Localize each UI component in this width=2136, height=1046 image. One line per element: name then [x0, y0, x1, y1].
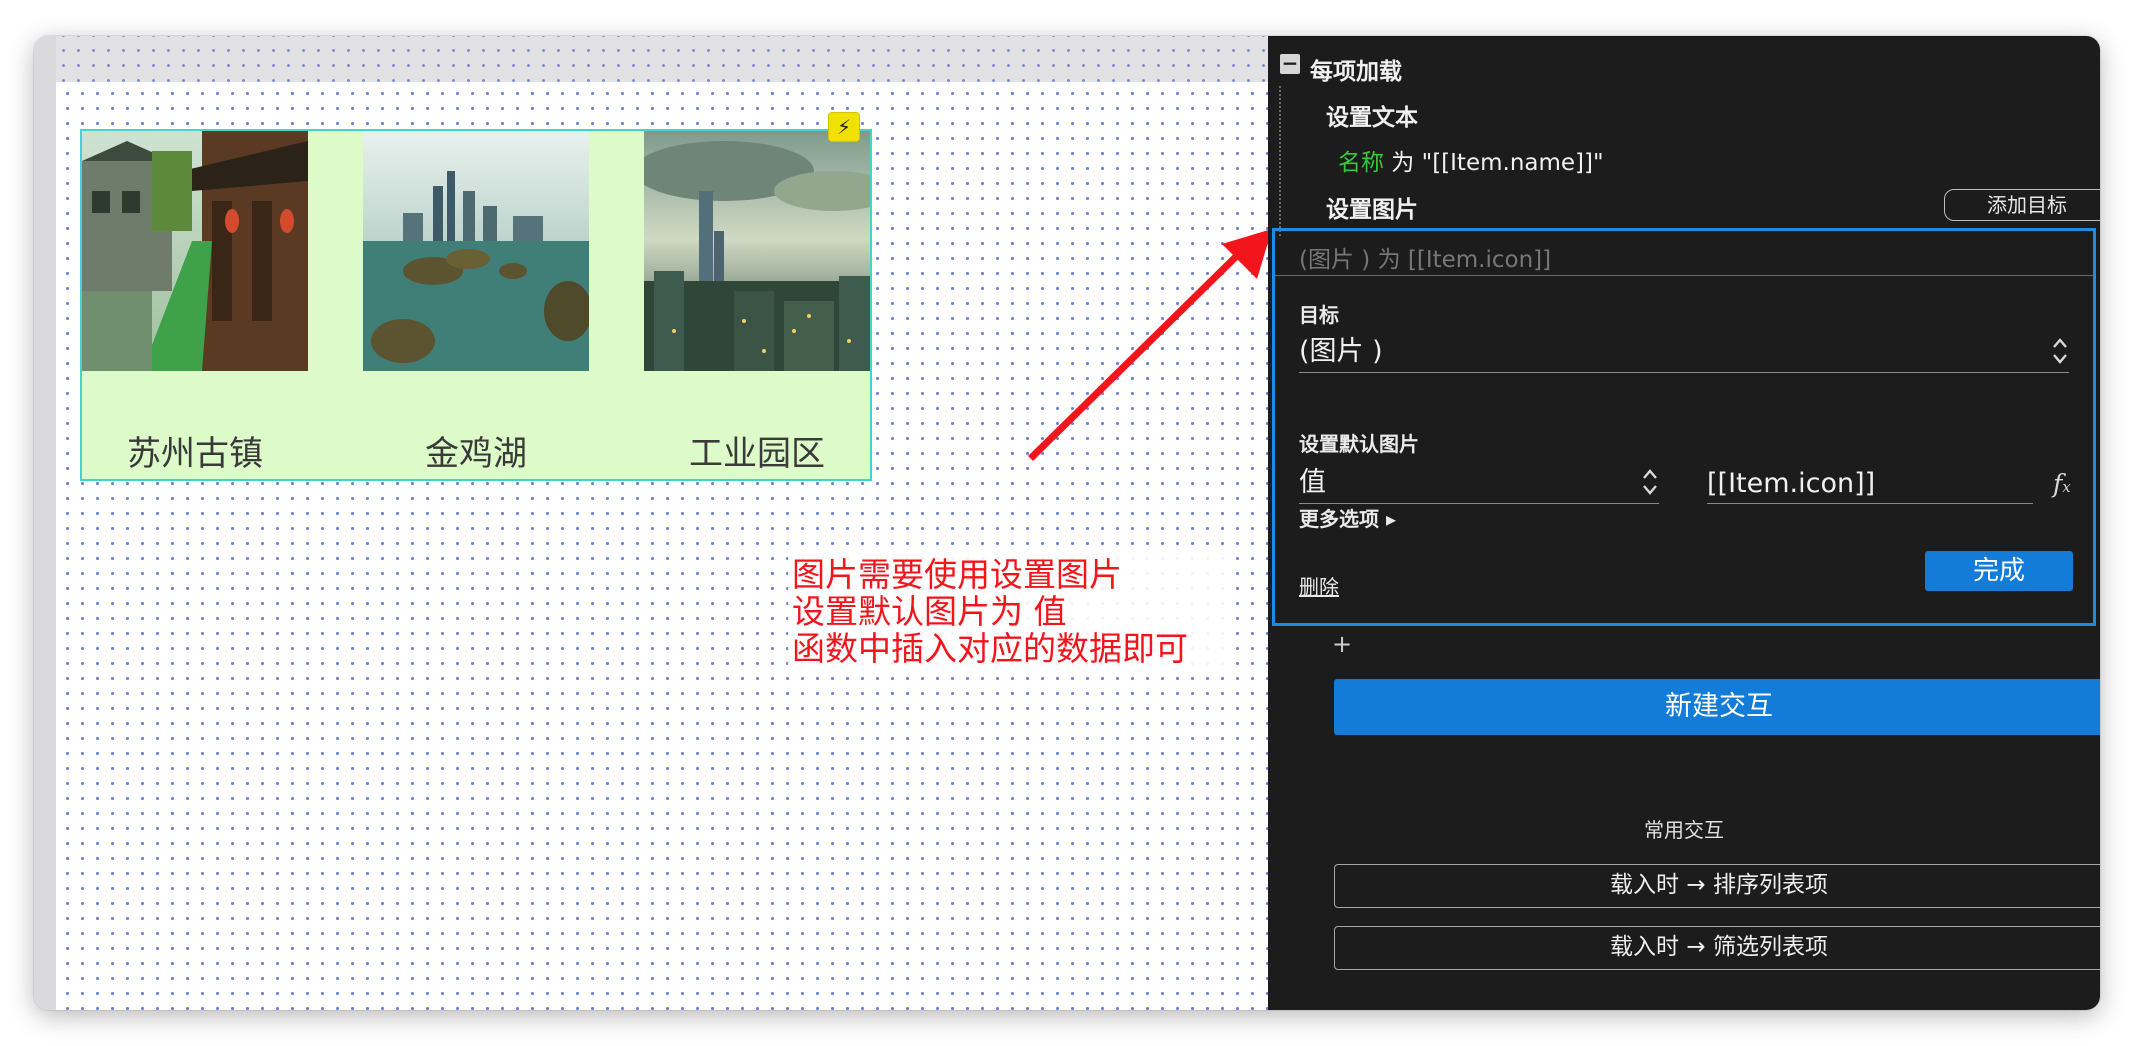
editor-summary-text: (图片 ) 为 [[Item.icon]] — [1299, 247, 1552, 273]
delete-link[interactable]: 删除 — [1299, 571, 1339, 600]
repeater-item-name: 工业园区 — [689, 434, 825, 474]
set-text-target: 名称 — [1338, 150, 1384, 176]
new-interaction-button[interactable]: 新建交互 — [1334, 679, 2100, 735]
app-window: 苏州古镇 金鸡湖 工业园区 ⚡ 图片需要使用设置图片 设置默认图片为 值 函数中… — [34, 36, 2100, 1010]
default-expr-input[interactable]: [[Item.icon]] — [1707, 456, 2033, 504]
annotation-note: 图片需要使用设置图片 设置默认图片为 值 函数中插入对应的数据即可 — [788, 554, 1236, 669]
default-image-label: 设置默认图片 — [1299, 432, 1419, 456]
lightning-icon[interactable]: ⚡ — [828, 112, 860, 142]
set-text-value: 为 "[[Item.name]]" — [1384, 150, 1604, 176]
repeater-item-image — [82, 131, 308, 371]
top-ruler — [34, 36, 1268, 82]
action-set-text[interactable]: 设置文本 — [1326, 98, 1418, 132]
repeater-item[interactable]: 苏州古镇 — [82, 131, 363, 479]
action-set-image[interactable]: 设置图片 — [1326, 190, 1418, 224]
chevron-updown-icon — [2053, 338, 2067, 364]
common-interactions-title: 常用交互 — [1644, 818, 1724, 842]
add-action-plus-icon[interactable]: + — [1332, 630, 1352, 658]
interaction-panel: − 每项加载 设置文本 名称 为 "[[Item.name]]" 设置图片 添加… — [1268, 36, 2100, 1010]
repeater-item-name: 苏州古镇 — [127, 434, 263, 474]
repeater-item-image — [363, 131, 589, 371]
add-target-button[interactable]: 添加目标 — [1944, 189, 2100, 221]
target-select[interactable]: (图片 ) — [1299, 323, 2069, 373]
default-mode-select[interactable]: 值 — [1299, 456, 1659, 504]
chevron-updown-icon — [1643, 469, 1657, 495]
left-ruler — [34, 36, 56, 1010]
default-mode-value: 值 — [1299, 467, 1326, 498]
set-image-editor: (图片 ) 为 [[Item.icon]] 目标 (图片 ) 设置默认图片 值 … — [1272, 228, 2096, 626]
event-title[interactable]: 每项加载 — [1310, 52, 1402, 86]
repeater-item[interactable]: 金鸡湖 — [363, 131, 644, 479]
default-expr-value: [[Item.icon]] — [1707, 468, 1876, 499]
repeater-widget[interactable]: 苏州古镇 金鸡湖 工业园区 — [80, 129, 872, 481]
collapse-icon[interactable]: − — [1280, 53, 1300, 74]
tree-connector — [1279, 86, 1281, 236]
function-icon[interactable]: fx — [2053, 469, 2071, 498]
repeater-item-image — [644, 131, 870, 371]
common-interaction-filter-button[interactable]: 载入时 → 筛选列表项 — [1334, 926, 2100, 970]
target-select-value: (图片 ) — [1299, 336, 1383, 367]
common-interaction-sort-button[interactable]: 载入时 → 排序列表项 — [1334, 864, 2100, 908]
design-canvas[interactable]: 苏州古镇 金鸡湖 工业园区 ⚡ 图片需要使用设置图片 设置默认图片为 值 函数中… — [34, 36, 1268, 1010]
set-text-detail[interactable]: 名称 为 "[[Item.name]]" — [1338, 143, 1604, 177]
repeater-item[interactable]: 工业园区 — [644, 131, 870, 479]
canvas-grid[interactable]: 苏州古镇 金鸡湖 工业园区 ⚡ 图片需要使用设置图片 设置默认图片为 值 函数中… — [56, 82, 1268, 1010]
done-button[interactable]: 完成 — [1925, 551, 2073, 591]
editor-summary[interactable]: (图片 ) 为 [[Item.icon]] — [1275, 231, 2093, 276]
repeater-item-name: 金鸡湖 — [425, 434, 527, 474]
more-options-toggle[interactable]: 更多选项 ▸ — [1299, 503, 1396, 532]
